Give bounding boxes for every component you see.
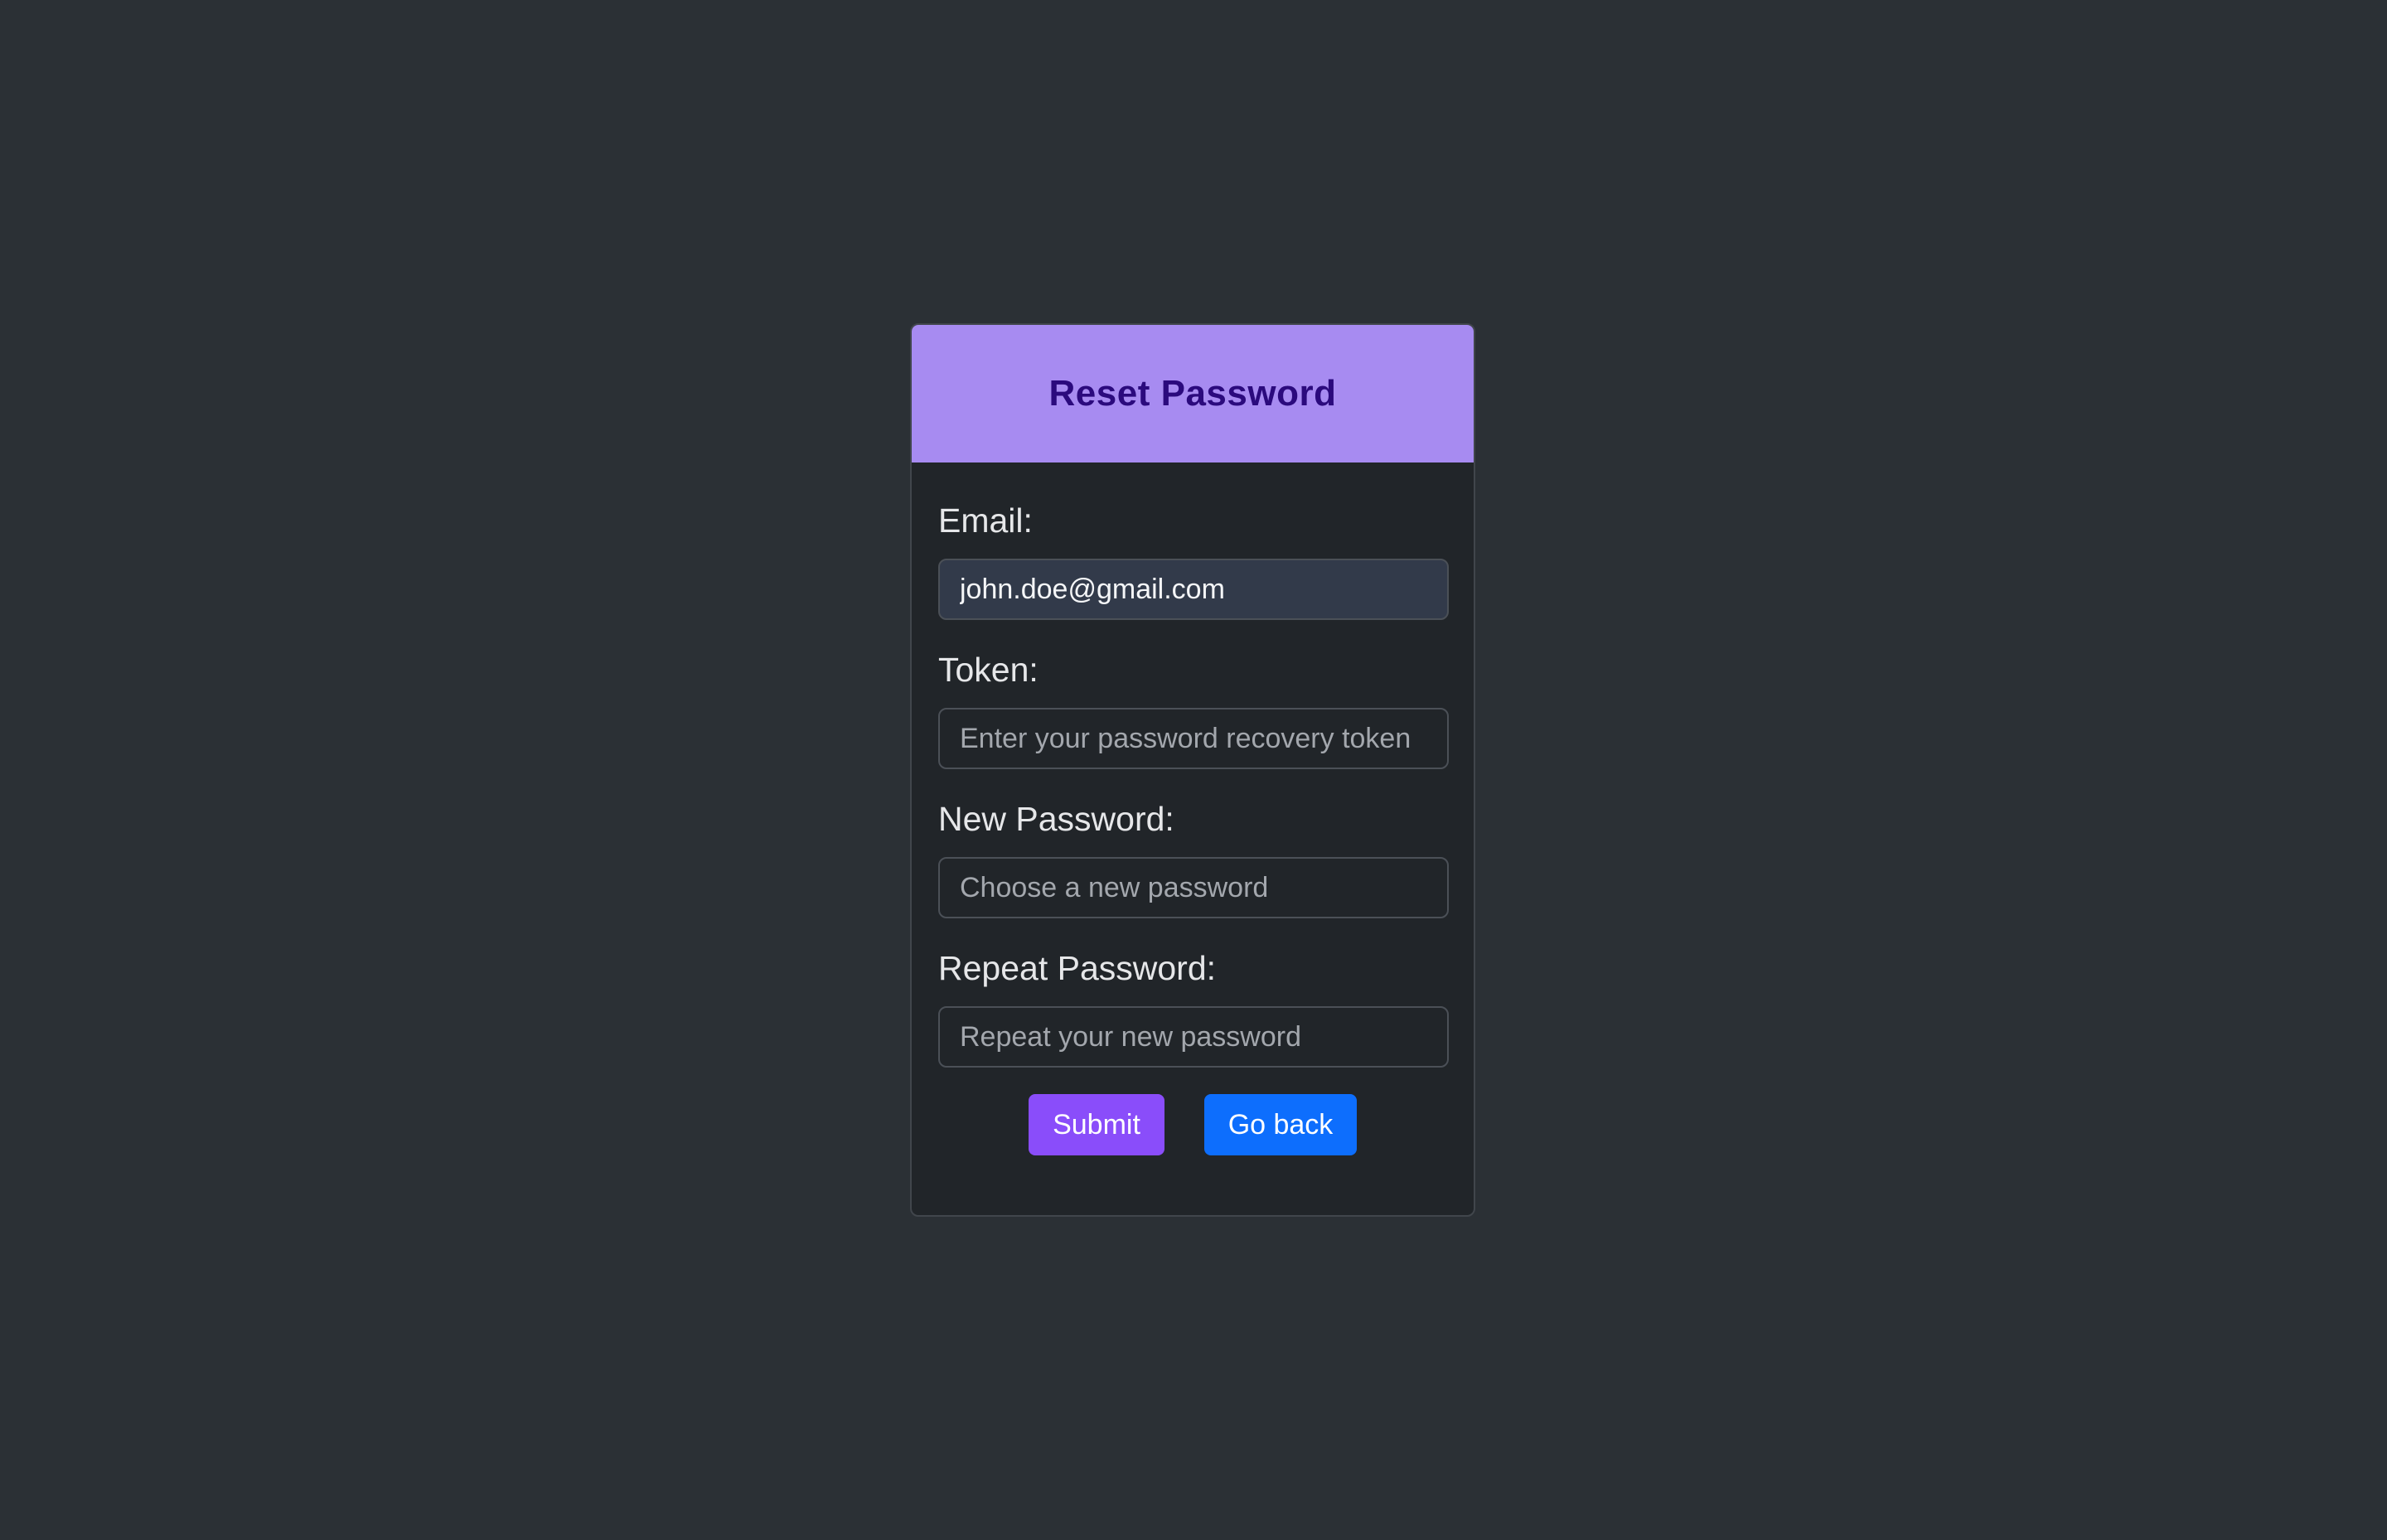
repeat-password-field[interactable] <box>938 1006 1449 1068</box>
email-label: Email: <box>938 501 1033 540</box>
submit-button[interactable]: Submit <box>1029 1094 1164 1155</box>
card-header: Reset Password <box>912 325 1474 462</box>
token-field-group: Token: <box>938 650 1449 769</box>
email-field[interactable] <box>938 559 1449 620</box>
token-label: Token: <box>938 651 1039 689</box>
new-password-field-group: New Password: <box>938 799 1449 918</box>
token-field[interactable] <box>938 708 1449 769</box>
new-password-field[interactable] <box>938 857 1449 918</box>
repeat-password-field-group: Repeat Password: <box>938 948 1449 1068</box>
page-title: Reset Password <box>1048 373 1337 414</box>
form-actions: Submit Go back <box>938 1094 1447 1155</box>
reset-password-form: Email: Token: New Password: Repeat Passw… <box>912 462 1474 1155</box>
reset-password-card: Reset Password Email: Token: New Passwor… <box>910 323 1475 1217</box>
new-password-label: New Password: <box>938 800 1174 838</box>
go-back-button[interactable]: Go back <box>1204 1094 1357 1155</box>
repeat-password-label: Repeat Password: <box>938 949 1217 987</box>
email-field-group: Email: <box>938 501 1449 620</box>
